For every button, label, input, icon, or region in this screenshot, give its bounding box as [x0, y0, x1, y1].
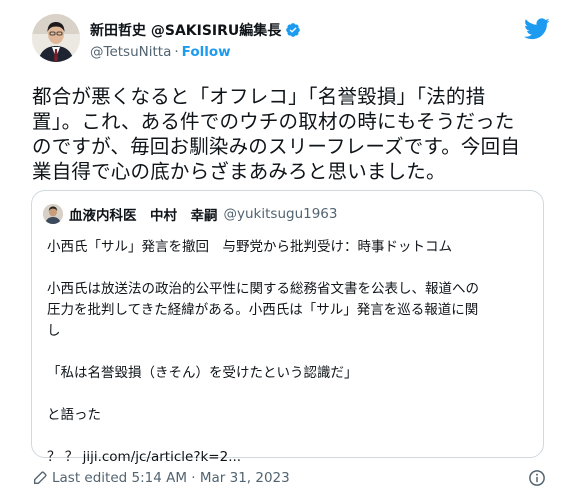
follow-button[interactable]: Follow [182, 44, 231, 60]
quoted-line: 小西氏「サル」発言を撤回 与野党から批判受け：時事ドットコム [47, 239, 452, 255]
quoted-line [47, 342, 537, 363]
quoted-line: 「私は名誉毀損（きそん）を受けたという認識だ」 [47, 365, 358, 381]
quoted-article-link[interactable]: ？ ？ jiji.com/jc/article?k=2... [47, 447, 537, 468]
author-name-row: 新田哲史 @SAKISIRU編集長 [90, 20, 301, 40]
info-icon[interactable] [528, 469, 546, 487]
author-handle-row: @TetsuNitta · Follow [90, 42, 301, 62]
quoted-tweet-header: 血液内科医 中村 幸嗣 @yukitsugu1963 [43, 204, 337, 224]
tweet-footer: Last edited 5:14 AM · Mar 31, 2023 [32, 467, 546, 489]
quoted-line: 圧力を批判してきた経緯がある。小西氏は「サル」発言を巡る報道に関 [47, 302, 479, 318]
tweet-text-line: のですが、毎回お馴染みのスリーフレーズです。今回自 [32, 135, 521, 158]
twitter-bird-icon[interactable] [524, 18, 550, 40]
quoted-author-name[interactable]: 血液内科医 中村 幸嗣 [69, 204, 218, 224]
author-handle[interactable]: @TetsuNitta [90, 44, 171, 60]
quoted-line [47, 384, 537, 405]
quoted-line [47, 258, 537, 279]
tweet-text: 都合が悪くなると「オフレコ」「名誉毀損」「法的措 置」。これ、ある件でのウチの取… [32, 84, 542, 184]
tweet-header: 新田哲史 @SAKISIRU編集長 @TetsuNitta · Follow [32, 14, 552, 68]
quoted-line: と語った [47, 407, 101, 423]
separator-dot: · [174, 44, 179, 60]
quoted-tweet-body: 小西氏「サル」発言を撤回 与野党から批判受け：時事ドットコム 小西氏は放送法の政… [47, 237, 537, 468]
quoted-line: し [47, 323, 61, 339]
tweet-text-line: 都合が悪くなると「オフレコ」「名誉毀損」「法的措 [32, 85, 486, 108]
quoted-author-handle[interactable]: @yukitsugu1963 [224, 206, 338, 222]
pencil-icon [32, 470, 48, 486]
author-avatar[interactable] [32, 14, 80, 62]
edit-history-link[interactable]: Last edited 5:14 AM · Mar 31, 2023 [52, 470, 290, 486]
quoted-author-avatar[interactable] [43, 204, 63, 224]
tweet-text-line: 置」。これ、ある件でのウチの取材の時にもそうだった [32, 110, 515, 133]
author-display-name[interactable]: 新田哲史 @SAKISIRU編集長 [90, 20, 281, 40]
quoted-line: 小西氏は放送法の政治的公平性に関する総務省文書を公表し、報道への [47, 281, 479, 297]
quoted-tweet[interactable]: 血液内科医 中村 幸嗣 @yukitsugu1963 小西氏「サル」発言を撤回 … [31, 190, 544, 465]
author-info: 新田哲史 @SAKISIRU編集長 @TetsuNitta · Follow [90, 20, 301, 62]
tweet-card: 新田哲史 @SAKISIRU編集長 @TetsuNitta · Follow 都… [0, 0, 574, 494]
quoted-line [47, 426, 537, 447]
tweet-text-line: 業自得で心の底からざまあみろと思いました。 [32, 160, 446, 183]
verified-badge-icon [285, 22, 301, 38]
